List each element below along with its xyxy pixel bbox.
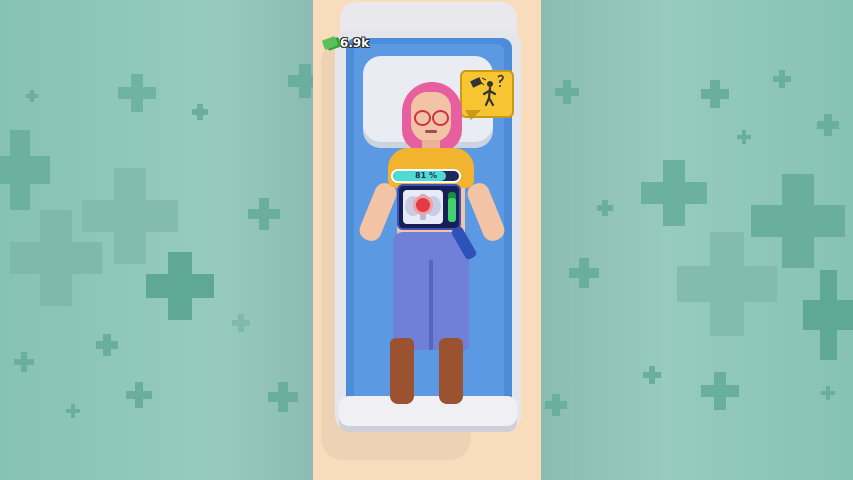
cash-icon bbox=[321, 35, 339, 51]
plus-icon bbox=[569, 258, 599, 288]
red-target-icon bbox=[416, 198, 430, 212]
plus-icon bbox=[677, 232, 777, 336]
money-value: 6.9k bbox=[340, 36, 370, 50]
plus-icon bbox=[555, 80, 579, 104]
plus-icon bbox=[268, 382, 298, 412]
xray-scanner[interactable] bbox=[397, 184, 461, 230]
plus-icon bbox=[773, 70, 791, 88]
plus-icon bbox=[192, 104, 208, 120]
right-background-panel bbox=[541, 0, 853, 480]
plus-icon bbox=[0, 130, 50, 210]
plus-icon bbox=[66, 404, 80, 418]
plus-icon bbox=[821, 386, 835, 400]
plus-icon bbox=[118, 74, 156, 112]
plus-icon bbox=[288, 64, 313, 98]
plus-icon bbox=[803, 270, 853, 360]
patient-legs-divider bbox=[429, 260, 433, 350]
plus-icon bbox=[701, 80, 729, 108]
plus-icon bbox=[26, 90, 38, 102]
patient-left-boot bbox=[390, 338, 414, 404]
patient-right-boot bbox=[439, 338, 463, 404]
plus-icon bbox=[545, 394, 567, 416]
scan-progress-label: 81 % bbox=[415, 171, 437, 180]
plus-icon bbox=[10, 210, 102, 306]
game-viewport[interactable]: 6.9k 81 % bbox=[313, 0, 541, 480]
plus-icon bbox=[232, 314, 250, 332]
scan-progress-bar: 81 % bbox=[391, 169, 461, 183]
plus-icon bbox=[643, 366, 661, 384]
plus-icon bbox=[737, 130, 751, 144]
plus-icon bbox=[641, 160, 707, 226]
plus-icon bbox=[817, 114, 839, 136]
bed-footboard bbox=[339, 396, 517, 432]
glasses-icon bbox=[412, 110, 452, 126]
falling-person-hint-icon bbox=[470, 74, 504, 107]
patient-mouth bbox=[425, 130, 437, 133]
plus-icon bbox=[597, 200, 613, 216]
scanner-charge-bar bbox=[448, 192, 456, 222]
plus-icon bbox=[14, 352, 34, 372]
plus-icon bbox=[701, 372, 739, 410]
plus-icon bbox=[248, 198, 280, 230]
xray-screen bbox=[403, 190, 443, 224]
plus-icon bbox=[146, 252, 214, 320]
left-background-panel bbox=[0, 0, 313, 480]
hint-bubble-tail bbox=[465, 110, 481, 120]
plus-icon bbox=[96, 334, 118, 356]
money-counter: 6.9k bbox=[321, 35, 370, 51]
plus-icon bbox=[126, 382, 152, 408]
